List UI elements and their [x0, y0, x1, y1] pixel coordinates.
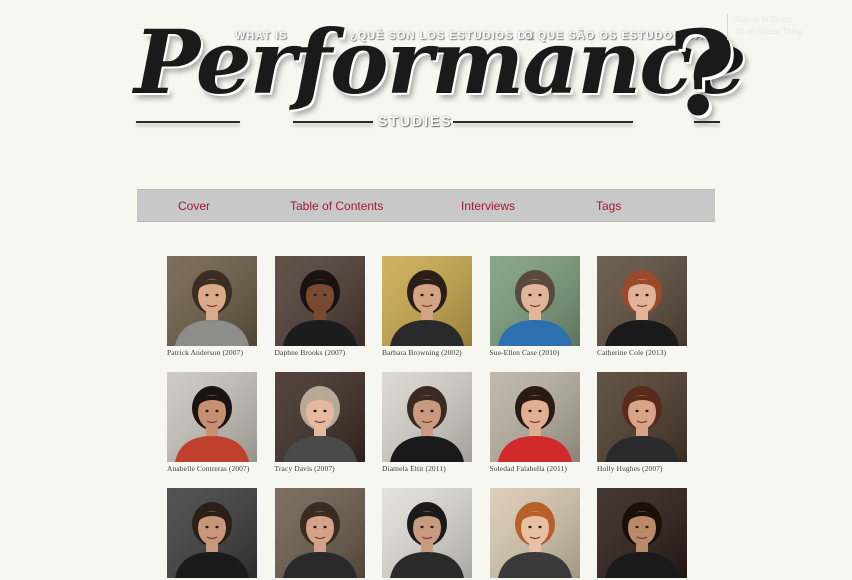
- interview-card[interactable]: Catherine Cole (2013): [597, 256, 689, 357]
- portrait-photo[interactable]: [167, 488, 257, 578]
- interview-card[interactable]: Diamela Eltit (2011): [382, 372, 474, 473]
- interview-card[interactable]: Daphne Brooks (2007): [274, 256, 367, 357]
- interview-caption[interactable]: Anabelle Contreras (2007): [167, 464, 259, 473]
- portrait-photo[interactable]: [597, 488, 687, 578]
- portrait-photo[interactable]: [597, 372, 687, 462]
- portrait-photo[interactable]: [382, 372, 472, 462]
- portrait-photo[interactable]: [382, 256, 472, 346]
- interview-caption[interactable]: Catherine Cole (2013): [597, 348, 689, 357]
- interview-card[interactable]: [382, 488, 474, 580]
- interview-card[interactable]: Tracy Davis (2007): [274, 372, 367, 473]
- logo-wordmark: Performance: [134, 10, 747, 114]
- interview-card[interactable]: [597, 488, 689, 580]
- portrait-photo[interactable]: [597, 256, 687, 346]
- interview-caption[interactable]: Sue-Ellen Case (2010): [490, 348, 582, 357]
- interview-card[interactable]: [167, 488, 259, 580]
- logo-rule: [293, 121, 373, 123]
- portrait-photo[interactable]: [382, 488, 472, 578]
- interview-card[interactable]: Anabelle Contreras (2007): [167, 372, 259, 473]
- secondary-link[interactable]: Sit on Scalar Thing: [735, 26, 852, 38]
- interview-card[interactable]: Patrick Anderson (2007): [167, 256, 259, 357]
- interview-caption[interactable]: Diamela Eltit (2011): [382, 464, 474, 473]
- portrait-photo[interactable]: [274, 488, 365, 578]
- portrait-photo[interactable]: [489, 488, 580, 578]
- interview-caption[interactable]: Soledad Falabella (2011): [490, 464, 582, 473]
- site-logo[interactable]: WHAT IS ¿QUÉ SON LOS ESTUDIOS DE O QUE S…: [128, 12, 747, 142]
- interview-caption[interactable]: Barbara Browning (2002): [382, 348, 474, 357]
- sign-in-link[interactable]: Sign in to Scalar: [735, 14, 852, 26]
- main-navigation: Cover Table of Contents Interviews Tags: [137, 189, 715, 222]
- interview-card[interactable]: Holly Hughes (2007): [597, 372, 689, 473]
- interview-caption[interactable]: Daphne Brooks (2007): [275, 348, 367, 357]
- logo-rule: [136, 121, 240, 123]
- interview-card[interactable]: [489, 488, 582, 580]
- interview-caption[interactable]: Tracy Davis (2007): [275, 464, 367, 473]
- nav-table-of-contents[interactable]: Table of Contents: [290, 199, 383, 213]
- logo-rule: [694, 121, 720, 123]
- account-links: Sign in to Scalar Sit on Scalar Thing: [727, 14, 852, 40]
- portrait-photo[interactable]: [489, 372, 580, 462]
- interview-card[interactable]: [274, 488, 367, 580]
- portrait-photo[interactable]: [274, 256, 365, 346]
- interview-card[interactable]: Sue-Ellen Case (2010): [489, 256, 582, 357]
- nav-tags[interactable]: Tags: [596, 199, 621, 213]
- logo-subtitle: STUDIES: [378, 113, 453, 129]
- logo-rule: [453, 121, 633, 123]
- nav-interviews[interactable]: Interviews: [461, 199, 515, 213]
- interview-caption[interactable]: Holly Hughes (2007): [597, 464, 689, 473]
- portrait-photo[interactable]: [167, 256, 257, 346]
- interview-card[interactable]: Barbara Browning (2002): [382, 256, 474, 357]
- nav-cover[interactable]: Cover: [178, 199, 210, 213]
- logo-question-mark: ?: [668, 6, 736, 142]
- portrait-photo[interactable]: [274, 372, 365, 462]
- interview-caption[interactable]: Patrick Anderson (2007): [167, 348, 259, 357]
- interview-card[interactable]: Soledad Falabella (2011): [489, 372, 582, 473]
- portrait-photo[interactable]: [167, 372, 257, 462]
- portrait-photo[interactable]: [489, 256, 580, 346]
